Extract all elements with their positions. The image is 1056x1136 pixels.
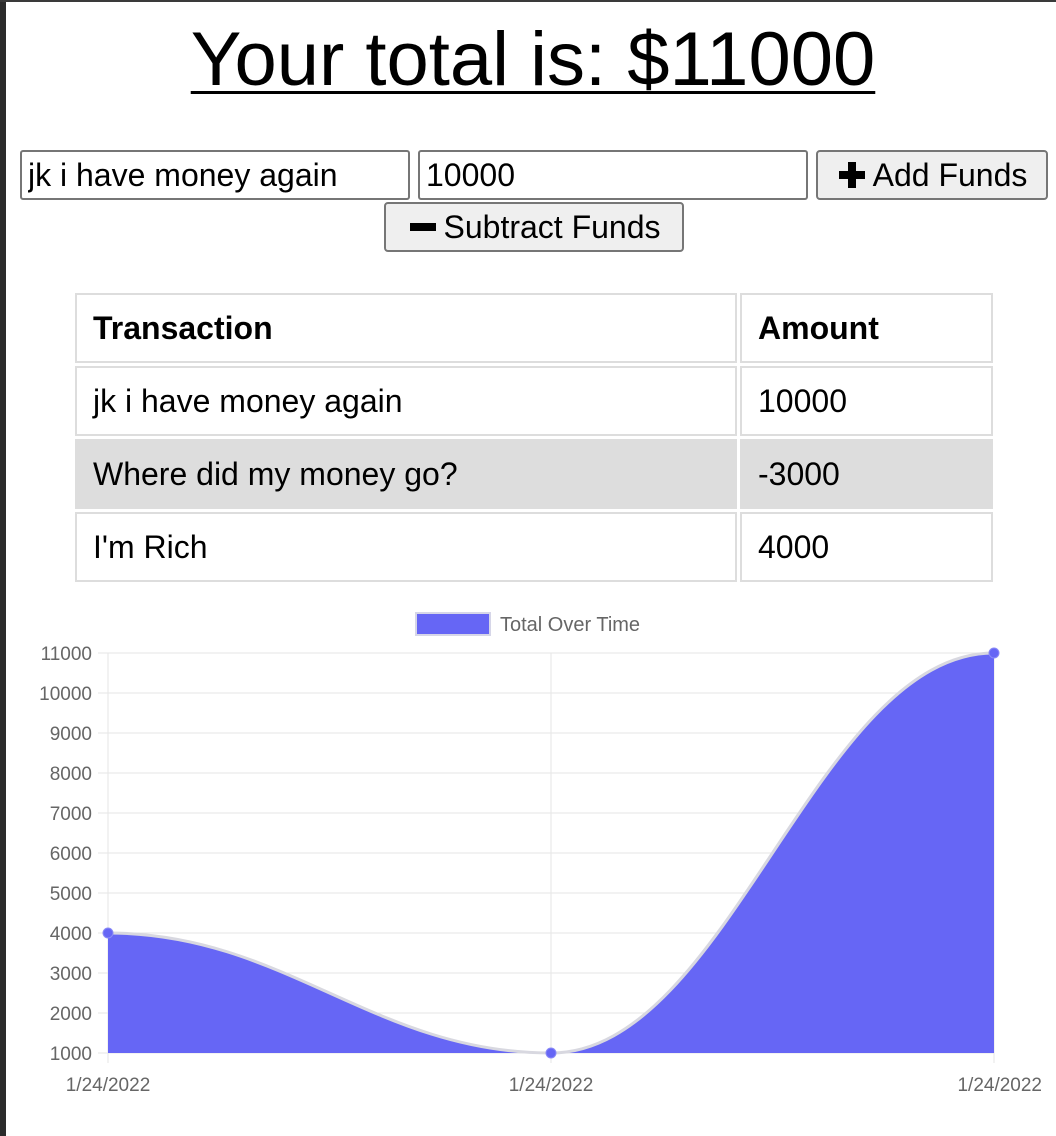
transaction-amount-cell: 4000: [740, 512, 993, 582]
table-row: I'm Rich 4000: [75, 512, 993, 582]
y-tick-label: 5000: [50, 884, 92, 905]
y-tick-label: 9000: [50, 724, 92, 745]
y-tick-label: 3000: [50, 964, 92, 985]
legend-label: Total Over Time: [500, 614, 640, 636]
total-over-time-chart: 1000 2000 3000 4000 5000 6000 7000 8000 9000 1000…: [39, 612, 1042, 1096]
transaction-amount-input[interactable]: [418, 150, 808, 200]
series-point: [545, 1047, 557, 1059]
add-funds-label: Add Funds: [872, 156, 1028, 193]
y-tick-label: 4000: [50, 924, 92, 945]
window-frame-top: [0, 0, 1056, 2]
page-title: Your total is: $11000: [190, 17, 876, 102]
x-tick-label: 1/24/2022: [957, 1075, 1042, 1096]
y-tick-label: 7000: [50, 804, 92, 825]
table-row: Where did my money go? -3000: [75, 439, 993, 509]
y-tick-label: 10000: [39, 684, 92, 705]
series-point: [102, 927, 114, 939]
transaction-name-input[interactable]: [20, 150, 410, 200]
y-tick-label: 8000: [50, 764, 92, 785]
transaction-amount-cell: 10000: [740, 366, 993, 436]
transaction-name-cell: jk i have money again: [75, 366, 737, 436]
subtract-funds-button[interactable]: Subtract Funds: [384, 202, 684, 252]
minus-icon: [409, 223, 436, 231]
y-tick-label: 2000: [50, 1004, 92, 1025]
table-row: jk i have money again 10000: [75, 366, 993, 436]
transaction-amount-cell: -3000: [740, 439, 993, 509]
series-point: [988, 647, 1000, 659]
subtract-funds-label: Subtract Funds: [443, 208, 661, 245]
table-header-row: Transaction Amount: [75, 293, 993, 363]
y-tick-label: 1000: [50, 1044, 92, 1065]
x-tick-label: 1/24/2022: [509, 1075, 594, 1096]
x-tick-label: 1/24/2022: [66, 1075, 151, 1096]
header-amount: Amount: [740, 293, 993, 363]
plus-icon: [838, 162, 865, 188]
legend-swatch: [415, 612, 491, 636]
transactions-table: Transaction Amount jk i have money again…: [72, 290, 996, 585]
transaction-name-cell: I'm Rich: [75, 512, 737, 582]
header-transaction: Transaction: [75, 293, 737, 363]
y-tick-label: 11000: [41, 644, 92, 665]
y-tick-label: 6000: [50, 844, 92, 865]
add-funds-button[interactable]: Add Funds: [816, 150, 1048, 200]
transaction-name-cell: Where did my money go?: [75, 439, 737, 509]
